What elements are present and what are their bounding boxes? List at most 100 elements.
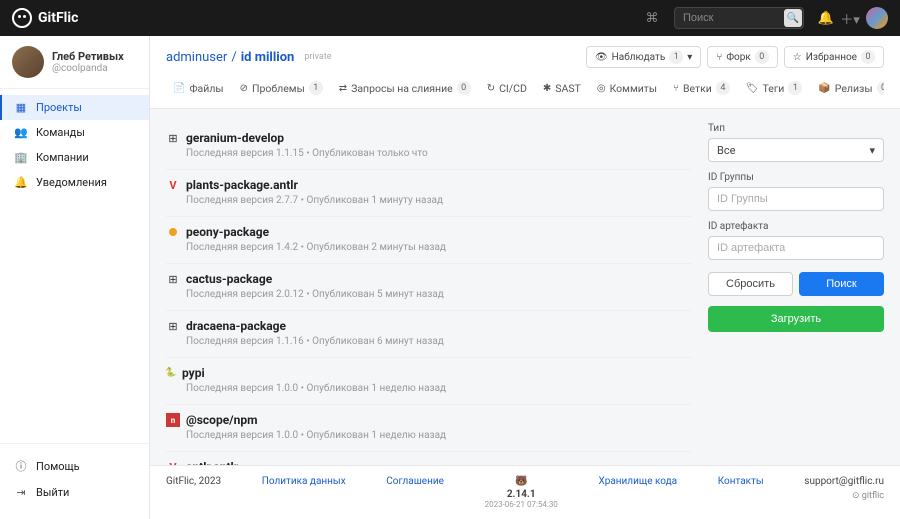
tab-label: Ветки xyxy=(683,82,712,95)
tab-0[interactable]: 📄Файлы xyxy=(166,76,231,102)
package-row[interactable]: V antlr.antlr Последняя версия 2.7.7 • О… xyxy=(166,452,692,465)
filter-search-button[interactable]: Поиск xyxy=(799,272,884,296)
command-icon[interactable]: ⌘ xyxy=(640,6,664,30)
star-count: 0 xyxy=(861,50,875,64)
package-name: geranium-develop xyxy=(186,131,284,145)
package-row[interactable]: ⊞ geranium-develop Последняя версия 1.1.… xyxy=(166,123,692,170)
repo-actions: 👁 Наблюдать 1 ▾ ⑂ Форк 0 ☆ Избранное 0 xyxy=(586,46,884,68)
nav-label: Помощь xyxy=(36,460,80,473)
filter-group-input[interactable] xyxy=(708,187,884,211)
tab-icon: ⇄ xyxy=(339,83,347,94)
fork-label: Форк xyxy=(726,52,750,63)
sidebar-item-1[interactable]: 👥 Команды xyxy=(0,120,149,145)
nav-icon: 🏢 xyxy=(14,151,28,164)
sidebar-item-3[interactable]: 🔔 Уведомления xyxy=(0,170,149,195)
package-icon: ⊞ xyxy=(166,131,180,145)
tab-label: Проблемы xyxy=(252,82,305,95)
package-list: ⊞ geranium-develop Последняя версия 1.1.… xyxy=(166,123,692,451)
filter-group-label: ID Группы xyxy=(708,172,884,183)
nav-icon: ⇥ xyxy=(14,486,28,499)
avatar-menu[interactable] xyxy=(866,7,888,29)
github-icon: ⊙ xyxy=(852,491,860,501)
tab-icon: 🏷 xyxy=(746,83,759,94)
brand[interactable]: GitFlic xyxy=(12,8,78,28)
tab-label: Файлы xyxy=(189,82,223,95)
global-search-button[interactable]: 🔍 xyxy=(784,9,802,27)
sidebar: Глеб Ретивых @coolpanda ▦Проекты 👥 Команды… xyxy=(0,36,150,519)
package-meta: Последняя версия 1.0.0 • Опубликован 1 н… xyxy=(186,430,692,441)
repo-name-link[interactable]: id million xyxy=(241,50,295,65)
user-block[interactable]: Глеб Ретивых @coolpanda xyxy=(0,36,149,89)
tab-3[interactable]: ↻CI/CD xyxy=(480,76,534,102)
watch-count: 1 xyxy=(669,50,683,64)
footer-build-date: 2023-06-21 07:54:30 xyxy=(485,500,558,509)
package-meta: Последняя версия 1.1.16 • Опубликован 6 … xyxy=(186,336,692,347)
package-meta: Последняя версия 2.7.7 • Опубликован 1 м… xyxy=(186,195,692,206)
brand-icon xyxy=(12,8,32,28)
tab-count: 4 xyxy=(716,81,730,95)
package-row[interactable]: n @scope/npm Последняя версия 1.0.0 • Оп… xyxy=(166,405,692,452)
filter-type-value: Все xyxy=(717,144,735,157)
reset-button[interactable]: Сбросить xyxy=(708,272,793,296)
nav-icon: 🔔 xyxy=(14,176,28,189)
nav-label: Компании xyxy=(36,151,89,164)
user-handle: @coolpanda xyxy=(52,63,124,74)
package-icon: ⊞ xyxy=(166,319,180,333)
package-row[interactable]: peony-package Последняя версия 1.4.2 • О… xyxy=(166,217,692,264)
footer-copyright: GitFlic, 2023 xyxy=(166,476,221,487)
watch-button[interactable]: 👁 Наблюдать 1 ▾ xyxy=(586,46,701,68)
package-meta: Последняя версия 1.0.0 • Опубликован 1 н… xyxy=(186,383,692,394)
chevron-down-icon: ▾ xyxy=(869,144,875,157)
sidebar-bottom-item-0[interactable]: ⓘПомощь xyxy=(0,452,149,480)
package-row[interactable]: V plants-package.antlr Последняя версия … xyxy=(166,170,692,217)
package-icon: ⊞ xyxy=(166,272,180,286)
star-icon: ☆ xyxy=(793,52,802,63)
nav-label: Команды xyxy=(36,126,85,139)
filter-type-select[interactable]: Все ▾ xyxy=(708,138,884,162)
nav-label: Уведомления xyxy=(36,176,107,189)
star-button[interactable]: ☆ Избранное 0 xyxy=(784,46,884,68)
package-icon xyxy=(166,225,180,239)
repo-owner-link[interactable]: adminuser xyxy=(166,50,227,65)
footer-agreement-link[interactable]: Соглашение xyxy=(386,476,444,487)
user-name: Глеб Ретивых xyxy=(52,50,124,63)
sidebar-bottom-item-1[interactable]: ⇥Выйти xyxy=(0,480,149,505)
package-name: peony-package xyxy=(186,225,269,239)
footer-github[interactable]: gitflic xyxy=(862,491,884,501)
tab-icon: ⊘ xyxy=(240,83,248,94)
search-icon: 🔍 xyxy=(787,13,799,24)
tab-8[interactable]: 📦Релизы0 xyxy=(811,76,884,102)
footer-contacts-link[interactable]: Контакты xyxy=(718,476,764,487)
package-row[interactable]: ⊞ dracaena-package Последняя версия 1.1.… xyxy=(166,311,692,358)
package-row[interactable]: 🐍 pypi Последняя версия 1.0.0 • Опублико… xyxy=(166,358,692,405)
footer-storage-link[interactable]: Хранилище кода xyxy=(598,476,677,487)
tab-7[interactable]: 🏷Теги1 xyxy=(739,76,810,102)
tab-1[interactable]: ⊘Проблемы1 xyxy=(233,76,330,102)
topbar: GitFlic ⌘ 🔍 🔔 ＋▾ xyxy=(0,0,900,36)
tab-icon: ◎ xyxy=(597,83,606,94)
package-name: plants-package.antlr xyxy=(186,178,298,192)
chevron-down-icon: ▾ xyxy=(687,52,692,63)
tab-label: Релизы xyxy=(835,82,873,95)
tab-icon: ✱ xyxy=(543,83,551,94)
bell-icon[interactable]: 🔔 xyxy=(814,6,838,30)
footer-support-email[interactable]: support@gitflic.ru xyxy=(804,476,884,487)
filter-artifact-input[interactable] xyxy=(708,236,884,260)
tab-5[interactable]: ◎ Коммиты xyxy=(590,76,664,102)
footer-policy-link[interactable]: Политика данных xyxy=(262,476,346,487)
tab-6[interactable]: ⑂Ветки4 xyxy=(666,76,737,102)
sidebar-item-2[interactable]: 🏢 Компании xyxy=(0,145,149,170)
package-row[interactable]: ⊞ cactus-package Последняя версия 2.0.12… xyxy=(166,264,692,311)
eye-icon: 👁 xyxy=(595,52,608,63)
tab-label: Коммиты xyxy=(610,82,657,95)
nav-icon: 👥 xyxy=(14,126,28,139)
plus-icon[interactable]: ＋▾ xyxy=(838,6,862,30)
upload-button[interactable]: Загрузить xyxy=(708,306,884,332)
tab-icon: ↻ xyxy=(487,83,495,94)
tab-4[interactable]: ✱SAST xyxy=(536,76,588,102)
tab-2[interactable]: ⇄Запросы на слияние0 xyxy=(332,76,478,102)
fork-button[interactable]: ⑂ Форк 0 xyxy=(707,46,777,68)
sidebar-item-0[interactable]: ▦Проекты xyxy=(0,95,149,120)
npm-icon: n xyxy=(166,413,180,427)
fork-icon: ⑂ xyxy=(716,52,722,63)
